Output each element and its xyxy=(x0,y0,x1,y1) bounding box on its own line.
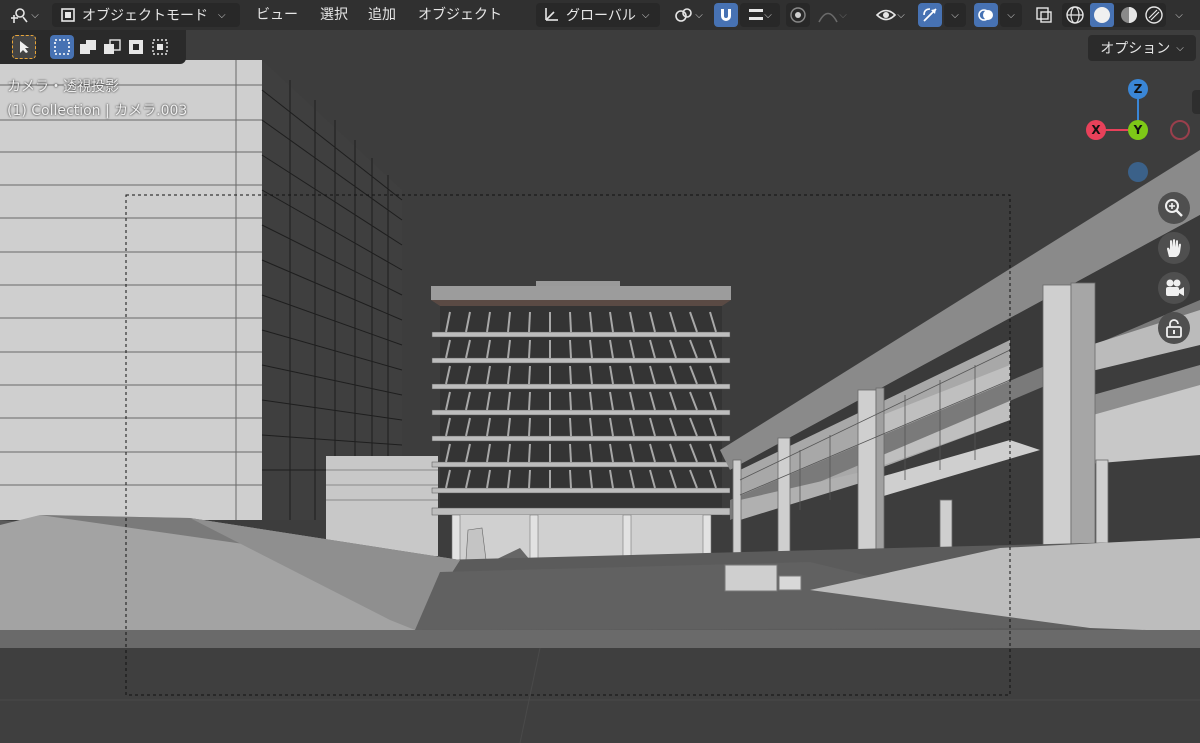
chevron-down-icon: ⌵ xyxy=(764,9,772,21)
mode-dropdown[interactable]: オブジェクトモード ⌵ xyxy=(52,3,240,27)
select-box-subtract-icon xyxy=(104,39,121,54)
chevron-down-icon: ⌵ xyxy=(839,9,847,21)
chevron-down-icon: ⌵ xyxy=(695,9,703,21)
gizmo-y-label: Y xyxy=(1133,123,1143,137)
overlay-icon xyxy=(978,9,993,21)
select-box-intersect-icon xyxy=(152,39,168,55)
gizmo-z-axis[interactable]: Z xyxy=(1128,79,1148,99)
chevron-down-icon: ⌵ xyxy=(1176,42,1184,54)
transform-orientation-dropdown[interactable]: グローバル ⌵ xyxy=(536,3,660,27)
snap-increment-icon xyxy=(749,9,764,20)
select-box-invert-button[interactable] xyxy=(124,35,148,59)
gizmo-negative-x-axis[interactable] xyxy=(1170,120,1190,140)
select-box-extend-button[interactable] xyxy=(76,35,100,59)
pan-hand-icon xyxy=(1167,239,1181,257)
lock-camera-button[interactable] xyxy=(1158,312,1190,344)
select-box-subtract-button[interactable] xyxy=(100,35,124,59)
editor-type-button[interactable]: ⌵ xyxy=(4,3,44,27)
shading-solid-icon xyxy=(1093,7,1110,23)
center-building xyxy=(431,281,731,564)
gizmo-toggle[interactable] xyxy=(918,3,942,27)
select-tool-row xyxy=(0,30,186,64)
chevron-down-icon: ⌵ xyxy=(31,9,39,21)
proportional-falloff-dropdown[interactable]: ⌵ xyxy=(812,3,852,27)
menu-object[interactable]: オブジェクト xyxy=(418,5,502,25)
gizmo-y-axis[interactable]: Y xyxy=(1128,120,1148,140)
chevron-down-icon: ⌵ xyxy=(1175,9,1183,21)
editor-type-icon xyxy=(11,8,28,23)
zoom-icon xyxy=(1165,199,1183,217)
shading-dropdown[interactable]: ⌵ xyxy=(1168,3,1190,27)
proportional-falloff-icon xyxy=(818,12,838,23)
select-box-new-icon xyxy=(54,39,70,55)
shading-group xyxy=(1062,3,1166,27)
transform-orientation-icon xyxy=(545,8,558,21)
chevron-down-icon: ⌵ xyxy=(897,9,905,21)
gizmo-icon xyxy=(923,8,937,22)
camera-view-button[interactable] xyxy=(1158,272,1190,304)
select-cursor-button[interactable] xyxy=(12,35,36,59)
snap-magnet-icon xyxy=(721,9,731,21)
camera-view-icon xyxy=(1166,279,1184,296)
pan-button[interactable] xyxy=(1158,232,1190,264)
select-box-intersect-button[interactable] xyxy=(148,35,172,59)
visibility-dropdown[interactable]: ⌵ xyxy=(870,3,910,27)
gizmo-x-label: X xyxy=(1091,123,1101,137)
select-box-invert-icon xyxy=(129,40,143,54)
select-cursor-icon xyxy=(20,41,29,53)
shading-material-icon[interactable] xyxy=(1119,5,1139,25)
viewport-header: ⌵ オブジェクトモード ⌵ ビュー 選択 追加 オブジェクト グローバル ⌵ ⌵ xyxy=(0,0,1200,30)
shading-solid-button[interactable] xyxy=(1089,3,1114,27)
xray-icon xyxy=(1036,7,1052,23)
chevron-down-icon: ⌵ xyxy=(641,9,650,21)
visibility-eye-icon xyxy=(876,9,897,21)
menu-add[interactable]: 追加 xyxy=(368,5,396,25)
gizmo-negative-z-axis[interactable] xyxy=(1128,162,1148,182)
options-dropdown[interactable]: オプション ⌵ xyxy=(1088,35,1196,61)
snap-toggle[interactable] xyxy=(714,3,738,27)
proportional-edit-icon xyxy=(790,7,806,23)
chevron-down-icon: ⌵ xyxy=(951,9,959,21)
options-label: オプション xyxy=(1100,41,1171,57)
menu-view[interactable]: ビュー xyxy=(256,5,298,25)
view-name-text: カメラ・透視投影 xyxy=(7,79,119,95)
overlay-dropdown[interactable]: ⌵ xyxy=(1000,3,1022,27)
chevron-down-icon: ⌵ xyxy=(1007,9,1015,21)
shading-wireframe-icon[interactable] xyxy=(1065,5,1085,25)
overlay-toggle[interactable] xyxy=(974,3,998,27)
proportional-edit-toggle[interactable] xyxy=(786,3,810,27)
navigation-gizmo[interactable]: Z X Y xyxy=(1080,76,1196,186)
lock-camera-icon xyxy=(1166,319,1182,338)
object-mode-icon xyxy=(61,8,75,22)
gizmo-x-axis[interactable]: X xyxy=(1086,120,1106,140)
gizmo-z-label: Z xyxy=(1133,82,1143,96)
zoom-button[interactable] xyxy=(1158,192,1190,224)
chevron-down-icon: ⌵ xyxy=(218,9,226,21)
xray-toggle[interactable] xyxy=(1032,3,1056,27)
mode-label: オブジェクトモード xyxy=(82,8,208,24)
pivot-point-button[interactable]: ⌵ xyxy=(668,3,708,27)
select-box-extend-icon xyxy=(80,40,96,54)
pivot-link-icon xyxy=(675,8,693,22)
transform-orientation-label: グローバル xyxy=(566,8,636,24)
shading-rendered-icon[interactable] xyxy=(1144,5,1164,25)
gizmo-dropdown[interactable]: ⌵ xyxy=(944,3,966,27)
snap-target-dropdown[interactable]: ⌵ xyxy=(740,3,780,27)
collection-info-text: (1) Collection | カメラ.003 xyxy=(7,103,188,119)
menu-select[interactable]: 選択 xyxy=(320,5,348,25)
select-box-new-button[interactable] xyxy=(50,35,74,59)
